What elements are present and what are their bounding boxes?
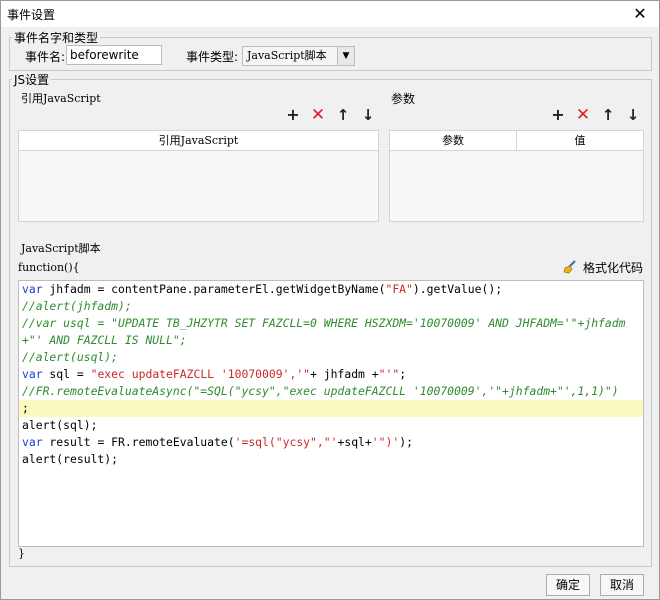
chevron-down-icon[interactable]: ▼	[337, 47, 354, 65]
code-line-5: //alert(usql);	[22, 350, 119, 364]
function-header: function(){	[18, 261, 80, 274]
move-down-ref-js-icon[interactable]: ↓	[359, 106, 377, 124]
code-line-4: +"' AND FAZCLL IS NULL";	[22, 333, 187, 347]
code-line-3: //var usql = "UPDATE TB_JHZYTR SET FAZCL…	[22, 316, 626, 330]
js-group-legend: JS设置	[14, 73, 50, 87]
event-type-label: 事件类型:	[186, 50, 239, 64]
add-ref-js-icon[interactable]: +	[284, 106, 302, 124]
code-line-7: //FR.remoteEvaluateAsync("=SQL("ycsy","e…	[22, 384, 619, 398]
event-type-value: JavaScript脚本	[247, 49, 327, 62]
js-code-editor[interactable]: var jhfadm = contentPane.parameterEl.get…	[18, 280, 644, 547]
event-settings-dialog: 事件设置 ✕ 事件名字和类型 事件名: beforewrite 事件类型: Ja…	[0, 0, 660, 600]
params-label: 参数	[391, 92, 416, 106]
format-code-label: 格式化代码	[583, 261, 644, 275]
event-name-field[interactable]: beforewrite	[66, 45, 162, 65]
move-up-ref-js-icon[interactable]: ↑	[334, 106, 352, 124]
broom-icon	[563, 260, 576, 274]
event-group-legend: 事件名字和类型	[14, 31, 99, 45]
code-line-10: var result = FR.remoteEvaluate('=sql("yc…	[22, 435, 413, 449]
code-line-11: alert(result);	[22, 452, 119, 466]
ok-button[interactable]: 确定	[546, 574, 590, 596]
params-table-header: 参数 值	[390, 131, 643, 151]
js-script-label: JavaScript脚本	[21, 242, 101, 255]
add-param-icon[interactable]: +	[549, 106, 567, 124]
code-line-9: alert(sql);	[22, 418, 98, 432]
params-table[interactable]: 参数 值	[389, 130, 644, 222]
param-name-column-header: 参数	[390, 131, 517, 150]
delete-param-icon[interactable]: ✕	[574, 106, 592, 124]
function-footer: }	[18, 547, 25, 560]
window-title: 事件设置	[7, 8, 56, 22]
ref-js-label: 引用JavaScript	[21, 92, 101, 105]
code-line-6: var sql = "exec updateFAZCLL '10070009',…	[22, 367, 407, 381]
code-line-1: var jhfadm = contentPane.parameterEl.get…	[22, 282, 503, 296]
ref-js-column-header: 引用JavaScript	[158, 134, 239, 147]
event-name-label: 事件名:	[25, 50, 66, 64]
code-line-8-highlighted: ;	[19, 400, 643, 417]
ref-js-table[interactable]: 引用JavaScript	[18, 130, 379, 222]
event-type-select[interactable]: JavaScript脚本 ▼	[242, 46, 355, 66]
close-icon[interactable]: ✕	[627, 3, 653, 25]
cancel-button[interactable]: 取消	[600, 574, 644, 596]
param-value-column-header: 值	[574, 134, 586, 147]
code-line-2: //alert(jhfadm);	[22, 299, 132, 313]
move-down-param-icon[interactable]: ↓	[624, 106, 642, 124]
delete-ref-js-icon[interactable]: ✕	[309, 106, 327, 124]
move-up-param-icon[interactable]: ↑	[599, 106, 617, 124]
ref-js-table-header: 引用JavaScript	[19, 131, 378, 151]
title-bar: 事件设置 ✕	[1, 1, 659, 27]
